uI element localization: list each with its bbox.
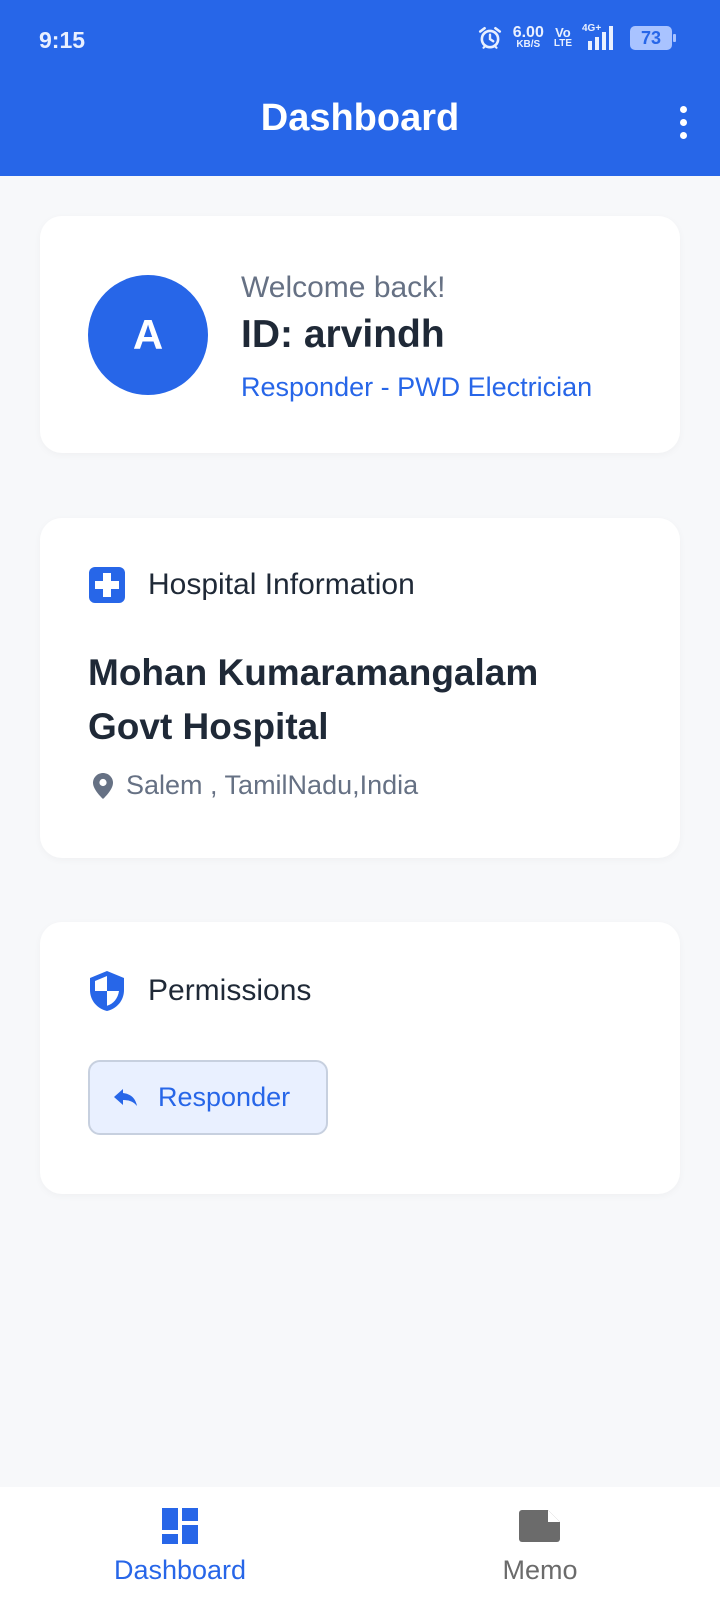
location-text: Salem , TamilNadu,India xyxy=(126,770,419,800)
hospital-name: Mohan Kumaramangalam Govt Hospital xyxy=(88,652,539,747)
more-options-icon xyxy=(679,105,687,113)
status-bar: 9:15 6.00 KB/S Vo LTE 4G+ 73 xyxy=(0,0,720,80)
page-title: Dashboard xyxy=(260,97,460,139)
nav-memo-label: Memo xyxy=(502,1555,578,1585)
signal-indicator: 4G+ xyxy=(582,24,620,52)
shield-icon xyxy=(90,971,124,1011)
hospital-info-card: Hospital Information Mohan Kumaramangala… xyxy=(40,518,680,858)
app-bar: Dashboard xyxy=(0,80,720,176)
permissions-card: Permissions Responder xyxy=(40,922,680,1194)
welcome-text: Welcome back! xyxy=(241,271,446,304)
user-id: ID: arvindh xyxy=(241,313,445,356)
permissions-section-title: Permissions xyxy=(148,974,312,1007)
avatar: A xyxy=(88,275,208,395)
user-role: Responder - PWD Electrician xyxy=(241,372,593,402)
location-pin-icon xyxy=(93,772,113,799)
permissions-section-header: Permissions xyxy=(88,970,311,1012)
status-icons: 6.00 KB/S Vo LTE 4G+ 73 xyxy=(477,24,676,52)
nav-dashboard[interactable]: Dashboard xyxy=(0,1487,360,1604)
data-speed-indicator: 6.00 KB/S xyxy=(512,24,544,50)
responder-permission-chip[interactable]: Responder xyxy=(88,1060,328,1135)
signal-bars-icon xyxy=(588,26,613,50)
memo-icon xyxy=(519,1510,560,1542)
medical-cross-icon xyxy=(89,567,125,603)
bottom-navigation: Dashboard Memo xyxy=(0,1487,720,1604)
hospital-section-header: Hospital Information xyxy=(88,566,415,604)
status-time: 9:15 xyxy=(39,27,86,53)
volte-indicator: Vo LTE xyxy=(553,25,572,49)
nav-memo[interactable]: Memo xyxy=(360,1487,720,1604)
more-options-button[interactable] xyxy=(669,102,697,142)
hospital-location: Salem , TamilNadu,India xyxy=(92,770,418,801)
dashboard-icon xyxy=(162,1508,198,1544)
nav-dashboard-label: Dashboard xyxy=(113,1555,247,1585)
responder-chip-label: Responder xyxy=(158,1082,291,1112)
profile-card: A Welcome back! ID: arvindh Responder - … xyxy=(40,216,680,453)
battery-indicator: 73 xyxy=(630,26,676,50)
hospital-section-title: Hospital Information xyxy=(148,568,415,601)
alarm-icon xyxy=(478,26,501,49)
reply-icon xyxy=(114,1088,137,1106)
